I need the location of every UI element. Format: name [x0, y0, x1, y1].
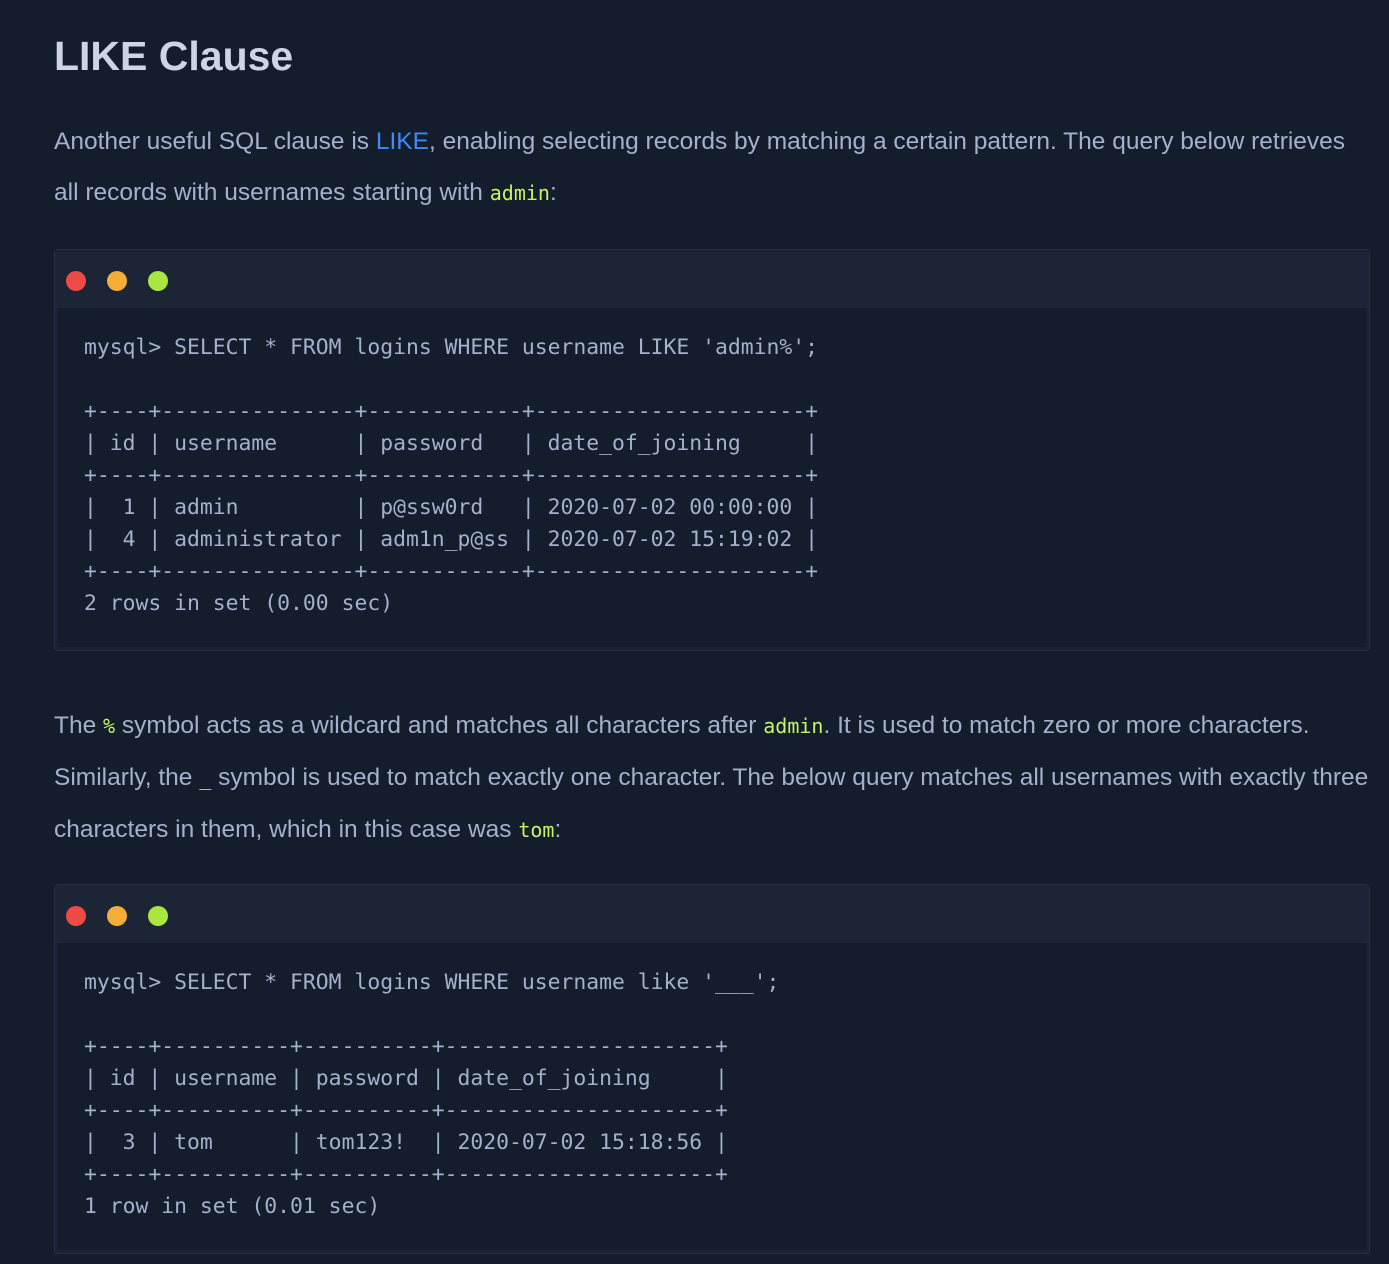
inline-code-percent: % [103, 714, 116, 738]
inline-code-underscore: _ [199, 766, 212, 790]
wildcard-text-1: The [54, 712, 104, 739]
terminal-line: 2 rows in set (0.00 sec) [84, 591, 394, 616]
section-heading: LIKE Clause [54, 33, 294, 79]
terminal-line: | 1 | admin | p@ssw0rd | 2020-07-02 00:0… [84, 495, 819, 520]
terminal-line: +----+----------+----------+------------… [84, 1098, 728, 1123]
terminal-line: +----+----------+----------+------------… [84, 1034, 728, 1059]
terminal-body: mysql> SELECT * FROM logins WHERE userna… [58, 943, 1366, 1250]
terminal-window-1: mysql> SELECT * FROM logins WHERE userna… [54, 249, 1370, 651]
terminal-line: +----+----------+----------+------------… [84, 1162, 728, 1187]
terminal-line: +----+---------------+------------+-----… [84, 463, 819, 488]
terminal-line: | id | username | password | date_of_joi… [84, 431, 819, 456]
maximize-dot-icon [148, 906, 168, 926]
terminal-title-bar [55, 885, 1369, 944]
terminal-window-2: mysql> SELECT * FROM logins WHERE userna… [54, 884, 1370, 1254]
terminal-line: 1 row in set (0.01 sec) [84, 1194, 381, 1219]
close-dot-icon [66, 906, 86, 926]
terminal-output[interactable]: mysql> SELECT * FROM logins WHERE userna… [84, 967, 779, 1223]
terminal-title-bar [55, 250, 1369, 309]
close-dot-icon [66, 271, 86, 291]
intro-text-1: Another useful SQL clause is [54, 128, 376, 155]
terminal-output[interactable]: mysql> SELECT * FROM logins WHERE userna… [84, 332, 818, 620]
intro-text-3: : [549, 179, 557, 206]
wildcard-text-2: symbol acts as a wildcard and matches al… [115, 712, 764, 739]
terminal-body: mysql> SELECT * FROM logins WHERE userna… [58, 308, 1366, 647]
terminal-line: +----+---------------+------------+-----… [84, 559, 819, 584]
minimize-dot-icon [107, 906, 127, 926]
terminal-line: +----+---------------+------------+-----… [84, 399, 819, 424]
intro-paragraph: Another useful SQL clause is LIKE, enabl… [54, 116, 1370, 219]
inline-code-admin: admin [763, 714, 824, 738]
wildcard-text-4: symbol is used to match exactly one char… [54, 764, 1369, 843]
terminal-line: | 4 | administrator | adm1n_p@ss | 2020-… [84, 527, 819, 552]
maximize-dot-icon [148, 271, 168, 291]
terminal-line: | id | username | password | date_of_joi… [84, 1066, 728, 1091]
terminal-line: mysql> SELECT * FROM logins WHERE userna… [84, 335, 819, 360]
terminal-line: mysql> SELECT * FROM logins WHERE userna… [84, 970, 780, 995]
minimize-dot-icon [107, 271, 127, 291]
like-link[interactable]: LIKE [376, 128, 429, 155]
terminal-line: | 3 | tom | tom123! | 2020-07-02 15:18:5… [84, 1130, 728, 1155]
inline-code-admin: admin [489, 181, 550, 205]
inline-code-tom: tom [518, 818, 555, 842]
wildcard-paragraph: The % symbol acts as a wildcard and matc… [54, 700, 1370, 856]
wildcard-text-5: : [554, 816, 562, 843]
